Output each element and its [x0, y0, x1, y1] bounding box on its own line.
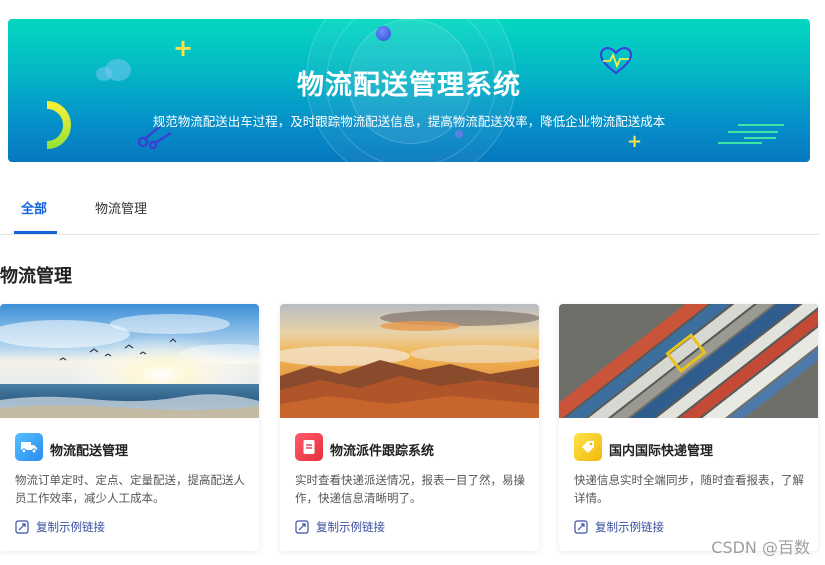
card-description: 实时查看快递派送情况，报表一目了然，易操作，快递信息清晰明了。 [295, 473, 525, 505]
copy-link-button[interactable]: 复制示例链接 [574, 519, 664, 535]
app-card[interactable]: 物流配送管理 物流订单定时、定点、定量配送，提高配送人员工作效率，减少人工成本。… [0, 304, 259, 551]
tab-logistics[interactable]: 物流管理 [95, 198, 147, 217]
card-image-beach [0, 304, 259, 418]
card-title: 物流配送管理 [50, 444, 129, 459]
section-title: 物流管理 [0, 266, 72, 287]
card-description: 物流订单定时、定点、定量配送，提高配送人员工作效率，减少人工成本。 [15, 473, 245, 505]
card-image-container-port [559, 304, 818, 418]
active-tab-indicator [14, 231, 57, 234]
app-card[interactable]: 物流派件跟踪系统 实时查看快递派送情况，报表一目了然，易操作，快递信息清晰明了。… [280, 304, 539, 551]
document-icon [295, 433, 323, 461]
card-image-sunset-mountains [280, 304, 539, 418]
category-tabs: 全部 物流管理 [0, 190, 819, 235]
card-title: 物流派件跟踪系统 [330, 444, 435, 459]
app-card[interactable]: 国内国际快递管理 快递信息实时全端同步，随时查看报表，了解详情。 复制示例链接 [559, 304, 818, 551]
delivery-truck-icon [15, 433, 43, 461]
copy-link-label: 复制示例链接 [595, 520, 664, 534]
copy-link-icon [15, 520, 29, 534]
watermark: CSDN @百数 [711, 538, 810, 557]
copy-link-button[interactable]: 复制示例链接 [15, 519, 105, 535]
card-description: 快递信息实时全端同步，随时查看报表，了解详情。 [574, 473, 804, 505]
decor-dot [455, 130, 463, 138]
copy-link-icon [295, 520, 309, 534]
banner-subtitle: 规范物流配送出车过程，及时跟踪物流配送信息，提高物流配送效率，降低企业物流配送成… [152, 114, 666, 129]
decor-dot [376, 26, 391, 41]
hero-banner: + + 物流配送管理系统 规范物流配送出车过程，及时跟踪物流配送信息，提高物流配… [8, 19, 810, 162]
copy-link-label: 复制示例链接 [316, 520, 385, 534]
plus-icon: + [173, 34, 194, 62]
tag-icon [574, 433, 602, 461]
copy-link-label: 复制示例链接 [36, 520, 105, 534]
copy-link-icon [574, 520, 588, 534]
banner-title: 物流配送管理系统 [297, 70, 521, 101]
tab-all[interactable]: 全部 [21, 198, 47, 217]
card-title: 国内国际快递管理 [609, 444, 714, 459]
copy-link-button[interactable]: 复制示例链接 [295, 519, 385, 535]
plus-icon: + [627, 131, 643, 152]
